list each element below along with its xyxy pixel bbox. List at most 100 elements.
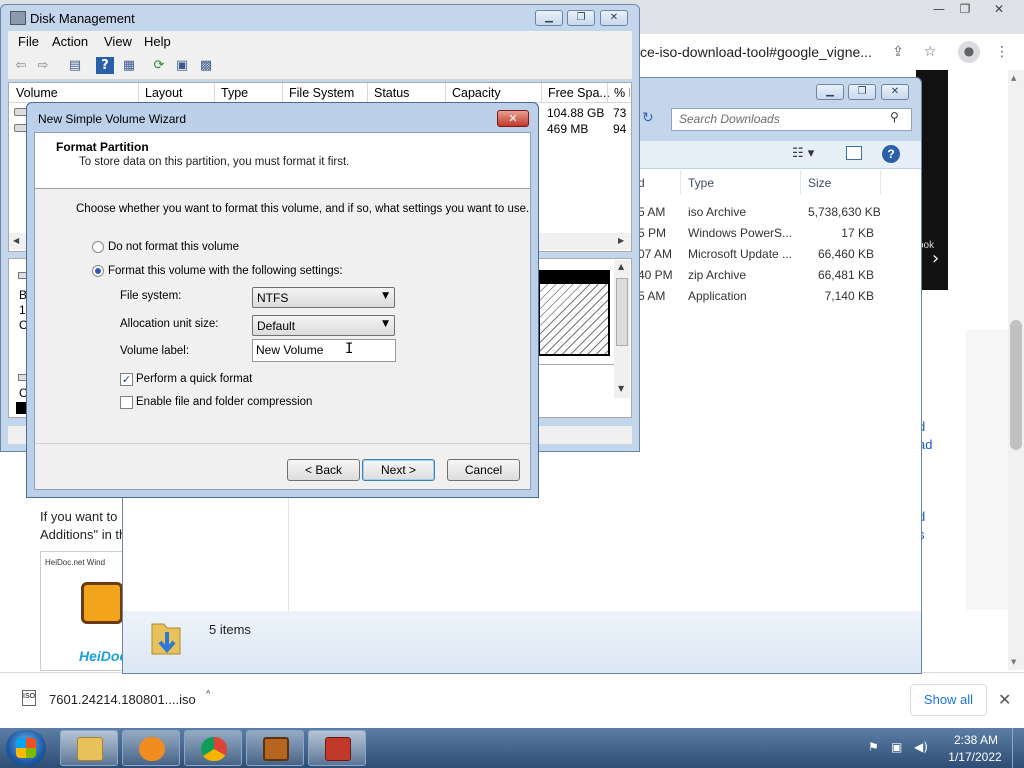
address-bar-url[interactable]: ce-iso-download-tool#google_vigne...: [640, 44, 872, 60]
wizard-close-button[interactable]: ✕: [497, 110, 529, 127]
taskbar-toolbox[interactable]: [246, 730, 304, 766]
scroll-left-icon[interactable]: ◀: [13, 236, 19, 245]
column-separator[interactable]: [607, 83, 608, 103]
chrome-restore-button[interactable]: ❐: [948, 0, 982, 18]
volume-icon[interactable]: ◀): [914, 740, 928, 754]
file-row[interactable]: 07 AM Microsoft Update ... 66,460 KB: [638, 247, 908, 268]
allocation-unit-size-select[interactable]: Default ▼: [252, 315, 395, 336]
refresh-icon[interactable]: ↻: [642, 110, 654, 126]
chrome-close-button[interactable]: ✕: [982, 0, 1016, 18]
volume-label-label: Volume label:: [120, 345, 190, 357]
quick-format-label[interactable]: Perform a quick format: [136, 373, 252, 385]
menu-help[interactable]: Help: [144, 34, 171, 49]
scroll-up-icon[interactable]: ▲: [1011, 74, 1016, 82]
file-system-select[interactable]: NTFS ▼: [252, 287, 395, 308]
radio-format-volume-label[interactable]: Format this volume with the following se…: [108, 265, 343, 277]
forward-icon[interactable]: ⇨: [34, 57, 52, 74]
view-options-icon[interactable]: ☷ ▾: [792, 146, 814, 161]
column-volume[interactable]: Volume: [16, 86, 58, 100]
column-separator[interactable]: [800, 170, 801, 194]
chrome-menu-icon[interactable]: ⋮: [992, 42, 1012, 62]
properties-icon[interactable]: ▦: [120, 57, 138, 74]
back-button[interactable]: < Back: [287, 459, 360, 481]
dm-minimize-button[interactable]: ▁: [535, 10, 563, 26]
action-center-icon[interactable]: ⚑: [868, 740, 879, 754]
radio-do-not-format[interactable]: [92, 241, 104, 253]
settings-icon[interactable]: ▩: [197, 57, 215, 74]
carousel-next-icon[interactable]: ›: [932, 248, 939, 269]
column-percent-free[interactable]: % F: [614, 86, 630, 100]
column-capacity[interactable]: Capacity: [452, 86, 501, 100]
column-separator[interactable]: [880, 170, 881, 194]
compression-label[interactable]: Enable file and folder compression: [136, 396, 312, 408]
scroll-up-icon[interactable]: ▲: [618, 262, 624, 271]
network-icon[interactable]: ▣: [891, 740, 902, 754]
taskbar-media-player[interactable]: [122, 730, 180, 766]
file-date: 5 AM: [638, 205, 666, 219]
file-row[interactable]: 5 AM iso Archive 5,738,630 KB: [638, 205, 908, 226]
taskbar-disk-management[interactable]: [308, 730, 366, 766]
page-thumbnail[interactable]: HeiDoc.net Wind HeiDoc: [40, 551, 126, 671]
profile-avatar-icon[interactable]: ●: [958, 41, 980, 63]
column-separator[interactable]: [541, 83, 542, 103]
help-icon[interactable]: ?: [882, 145, 900, 163]
column-type[interactable]: Type: [221, 86, 248, 100]
next-button[interactable]: Next >: [362, 459, 435, 481]
dm-close-button[interactable]: ✕: [600, 10, 628, 26]
rescan-icon[interactable]: ▣: [173, 57, 191, 74]
file-row[interactable]: 5 AM Application 7,140 KB: [638, 289, 908, 310]
page-scrollbar-thumb[interactable]: [1010, 320, 1022, 450]
taskbar-chrome[interactable]: [184, 730, 242, 766]
column-separator[interactable]: [138, 83, 139, 103]
help-icon[interactable]: ?: [96, 57, 114, 74]
menu-file[interactable]: File: [18, 34, 39, 49]
column-file-system[interactable]: File System: [289, 86, 354, 100]
close-icon[interactable]: ✕: [998, 690, 1011, 709]
column-layout[interactable]: Layout: [145, 86, 183, 100]
explorer-close-button[interactable]: ✕: [881, 84, 909, 100]
taskbar-file-explorer[interactable]: [60, 730, 118, 766]
column-separator[interactable]: [282, 83, 283, 103]
compression-checkbox[interactable]: [120, 396, 133, 409]
column-separator[interactable]: [680, 170, 681, 194]
search-icon[interactable]: ⚲: [890, 110, 899, 124]
quick-format-checkbox[interactable]: ✓: [120, 373, 133, 386]
explorer-minimize-button[interactable]: ▁: [816, 84, 844, 100]
column-header-type[interactable]: Type: [688, 176, 714, 190]
explorer-maximize-button[interactable]: ❐: [848, 84, 876, 100]
column-header-size[interactable]: Size: [808, 176, 831, 190]
bookmark-star-icon[interactable]: ☆: [920, 42, 940, 62]
show-desktop-button[interactable]: [1012, 728, 1024, 768]
file-row[interactable]: 5 PM Windows PowerS... 17 KB: [638, 226, 908, 247]
clock-time[interactable]: 2:38 AM: [946, 733, 1006, 747]
selected-unallocated-volume[interactable]: [538, 282, 610, 356]
page-sidebar: [966, 330, 1010, 610]
chevron-up-icon[interactable]: ˄: [205, 690, 212, 705]
scroll-down-icon[interactable]: ▼: [618, 384, 624, 393]
column-separator[interactable]: [445, 83, 446, 103]
volume-label-input[interactable]: New Volume: [252, 339, 396, 362]
scroll-right-icon[interactable]: ▶: [618, 236, 624, 245]
column-separator[interactable]: [214, 83, 215, 103]
free-space-value: 469 MB: [547, 122, 589, 136]
radio-format-volume[interactable]: [92, 265, 104, 277]
column-status[interactable]: Status: [374, 86, 409, 100]
column-free-space[interactable]: Free Spa...: [548, 86, 610, 100]
radio-do-not-format-label[interactable]: Do not format this volume: [108, 241, 239, 253]
cancel-button[interactable]: Cancel: [447, 459, 520, 481]
show-hide-tree-icon[interactable]: ▤: [66, 57, 84, 74]
preview-pane-icon[interactable]: [846, 146, 862, 160]
column-separator[interactable]: [367, 83, 368, 103]
download-file-name[interactable]: 7601.24214.180801....iso: [49, 692, 196, 707]
show-all-button[interactable]: Show all: [910, 684, 987, 716]
dm-maximize-button[interactable]: ❐: [567, 10, 595, 26]
clock-date[interactable]: 1/17/2022: [944, 750, 1006, 764]
refresh-icon[interactable]: ⟳: [150, 57, 168, 74]
file-row[interactable]: 40 PM zip Archive 66,481 KB: [638, 268, 908, 289]
vertical-scrollbar-thumb[interactable]: [616, 278, 628, 346]
back-icon[interactable]: ⇦: [12, 57, 30, 74]
scroll-down-icon[interactable]: ▼: [1011, 658, 1016, 666]
menu-view[interactable]: View: [104, 34, 132, 49]
share-icon[interactable]: ⇪: [888, 42, 908, 62]
menu-action[interactable]: Action: [52, 34, 88, 49]
